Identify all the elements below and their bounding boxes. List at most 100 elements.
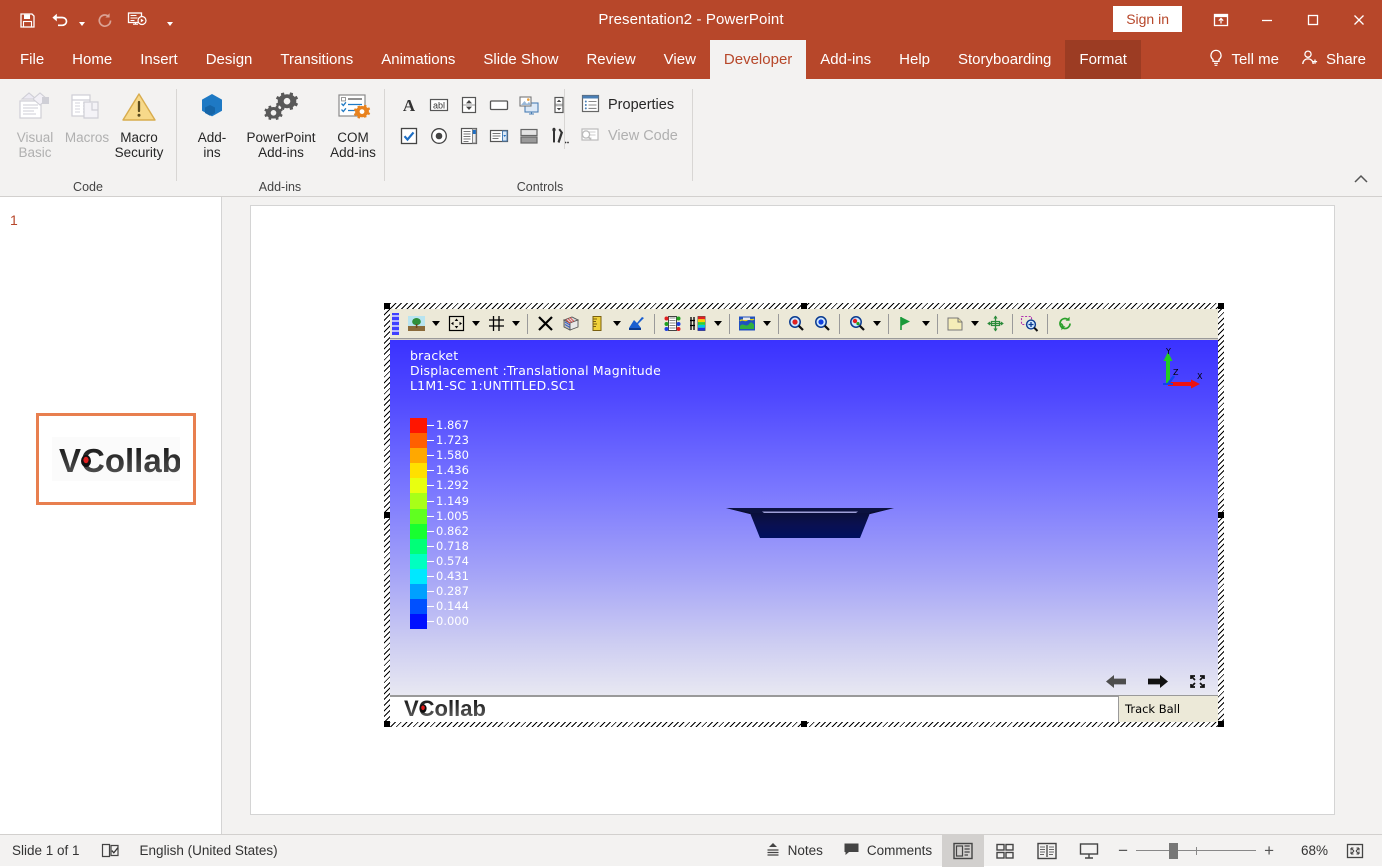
zoom-slider[interactable] [1136, 835, 1257, 867]
reading-view-button[interactable] [1026, 835, 1068, 867]
full-screen-icon[interactable] [1189, 674, 1206, 689]
tab-add-ins[interactable]: Add-ins [806, 40, 885, 79]
animate-play-dropdown-icon[interactable] [919, 312, 933, 336]
customize-quick-access-toolbar-icon[interactable] [164, 5, 176, 35]
zoom-fit-icon[interactable] [844, 312, 870, 336]
animate-play-icon[interactable] [893, 312, 919, 336]
toggle-button-control-icon[interactable] [516, 123, 542, 149]
close-icon[interactable] [1336, 0, 1382, 40]
zoom-out-icon[interactable] [809, 312, 835, 336]
scene-background-icon[interactable] [403, 312, 429, 336]
more-controls-icon[interactable] [546, 123, 572, 149]
tab-review[interactable]: Review [572, 40, 649, 79]
next-state-icon[interactable] [1147, 674, 1169, 689]
grid-dropdown-icon[interactable] [509, 312, 523, 336]
vcollab-viewer[interactable]: bracket Displacement :Translational Magn… [390, 309, 1218, 722]
spell-check-icon[interactable] [90, 835, 130, 867]
check-box-control-icon[interactable] [396, 123, 422, 149]
legend-icon[interactable] [685, 312, 711, 336]
selection-handle-nw[interactable] [384, 303, 390, 309]
normal-view-button[interactable] [942, 834, 985, 867]
scroll-bar-control-icon[interactable] [546, 92, 572, 118]
macro-security-button[interactable]: Macro Security [106, 85, 172, 173]
measure-icon[interactable] [584, 312, 610, 336]
slide-show-button[interactable] [1068, 835, 1110, 867]
sign-in-button[interactable]: Sign in [1113, 6, 1182, 32]
selection-handle-n[interactable] [801, 303, 807, 309]
image-control-icon[interactable] [516, 92, 542, 118]
redo-icon[interactable] [90, 5, 120, 35]
vcollab-activex-control[interactable]: bracket Displacement :Translational Magn… [384, 303, 1224, 727]
zoom-in-icon[interactable] [783, 312, 809, 336]
selection-handle-e[interactable] [1218, 512, 1224, 518]
tab-storyboarding[interactable]: Storyboarding [944, 40, 1065, 79]
selection-handle-w[interactable] [384, 512, 390, 518]
slide-thumbnail-1[interactable]: VCollab [36, 413, 196, 505]
tab-transitions[interactable]: Transitions [266, 40, 367, 79]
view-code-button[interactable]: View Code [578, 123, 684, 149]
zoom-out-button[interactable]: − [1110, 835, 1136, 867]
tab-help[interactable]: Help [885, 40, 944, 79]
notes-button[interactable]: Notes [755, 835, 833, 867]
properties-button[interactable]: Properties [578, 92, 680, 118]
command-button-control-icon[interactable] [486, 92, 512, 118]
previous-state-icon[interactable] [1105, 674, 1127, 689]
color-map-icon[interactable] [659, 312, 685, 336]
label-control-icon[interactable]: A [396, 92, 422, 118]
add-ins-button[interactable]: Add- ins [184, 85, 240, 173]
undo-dropdown-icon[interactable] [76, 5, 88, 35]
measure-dropdown-icon[interactable] [610, 312, 624, 336]
scene-background-dropdown-icon[interactable] [429, 312, 443, 336]
grid-icon[interactable] [483, 312, 509, 336]
tab-design[interactable]: Design [192, 40, 267, 79]
restore-icon[interactable] [1290, 0, 1336, 40]
zoom-fit-dropdown-icon[interactable] [870, 312, 884, 336]
clip-plane-icon[interactable] [558, 312, 584, 336]
tab-animations[interactable]: Animations [367, 40, 469, 79]
comments-button[interactable]: Comments [833, 835, 942, 867]
language-label[interactable]: English (United States) [130, 835, 288, 867]
pan-move-icon[interactable] [982, 312, 1008, 336]
tab-slide-show[interactable]: Slide Show [469, 40, 572, 79]
report-page-dropdown-icon[interactable] [968, 312, 982, 336]
start-from-beginning-icon[interactable] [122, 5, 152, 35]
combo-box-control-icon[interactable] [486, 123, 512, 149]
list-box-control-icon[interactable] [456, 123, 482, 149]
undo-icon[interactable] [44, 5, 74, 35]
toolbar-grip-handle[interactable] [392, 312, 399, 335]
tell-me-button[interactable]: Tell me [1198, 49, 1289, 71]
option-button-control-icon[interactable] [426, 123, 452, 149]
com-add-ins-button[interactable]: COM Add-ins [322, 85, 384, 173]
report-page-icon[interactable] [942, 312, 968, 336]
zoom-slider-thumb[interactable] [1169, 842, 1179, 859]
selection-handle-se[interactable] [1218, 721, 1224, 727]
reset-view-icon[interactable] [1052, 312, 1078, 336]
contour-plot-dropdown-icon[interactable] [760, 312, 774, 336]
fit-view-dropdown-icon[interactable] [469, 312, 483, 336]
fit-slide-to-window-button[interactable] [1334, 835, 1376, 867]
collapse-ribbon-icon[interactable] [1350, 168, 1372, 190]
legend-dropdown-icon[interactable] [711, 312, 725, 336]
tab-developer[interactable]: Developer [709, 40, 807, 79]
free-rotate-icon[interactable] [532, 312, 558, 336]
selection-handle-s[interactable] [801, 721, 807, 727]
text-box-control-icon[interactable]: abl [426, 92, 452, 118]
powerpoint-add-ins-button[interactable]: PowerPoint Add-ins [238, 85, 324, 173]
tab-insert[interactable]: Insert [126, 40, 192, 79]
zoom-window-icon[interactable] [1017, 312, 1043, 336]
selection-handle-ne[interactable] [1218, 303, 1224, 309]
ribbon-display-options-icon[interactable] [1198, 0, 1244, 40]
fit-view-icon[interactable] [443, 312, 469, 336]
selection-handle-sw[interactable] [384, 721, 390, 727]
slide-canvas[interactable]: bracket Displacement :Translational Magn… [250, 205, 1335, 815]
tab-home[interactable]: Home [58, 40, 126, 79]
save-icon[interactable] [12, 5, 42, 35]
spin-button-control-icon[interactable] [456, 92, 482, 118]
zoom-level-label[interactable]: 68% [1282, 843, 1328, 858]
probe-icon[interactable] [624, 312, 650, 336]
zoom-in-button[interactable]: + [1256, 835, 1282, 867]
contour-plot-icon[interactable] [734, 312, 760, 336]
tab-view[interactable]: View [650, 40, 710, 79]
tab-file[interactable]: File [6, 40, 58, 79]
viewer-3d-canvas[interactable]: bracket Displacement :Translational Magn… [390, 340, 1218, 695]
